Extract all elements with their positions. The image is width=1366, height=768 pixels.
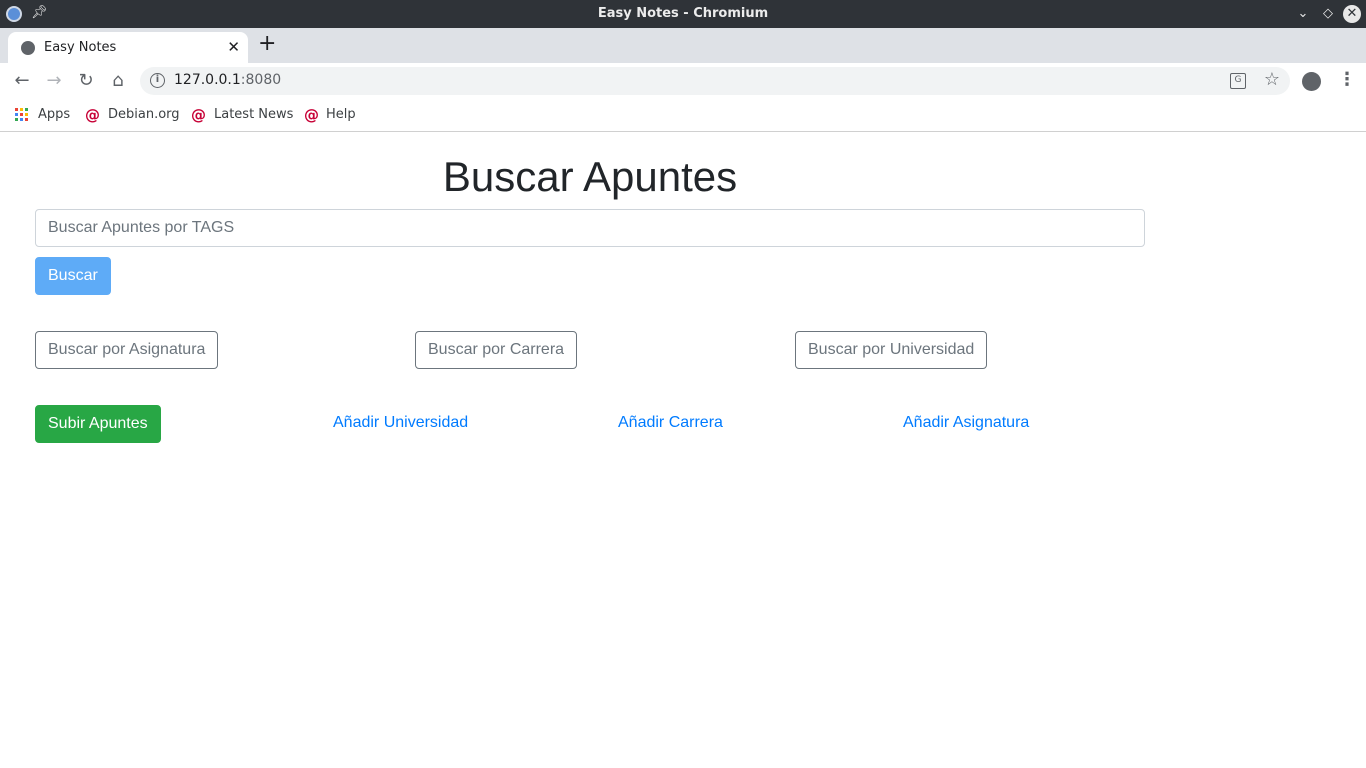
window-title: Easy Notes - Chromium [597, 6, 769, 21]
page-title: Buscar Apuntes [442, 153, 738, 200]
search-by-asignatura-button[interactable]: Buscar por Asignatura [35, 331, 219, 369]
home-icon[interactable]: ⌂ [106, 69, 130, 93]
new-tab-icon[interactable]: + [258, 33, 276, 55]
upload-notes-button[interactable]: Subir Apuntes [35, 405, 161, 443]
bookmark-help[interactable]: @ Help [304, 106, 364, 124]
bookmark-label: Debian.org [108, 107, 180, 122]
url-text[interactable]: 127.0.0.1:8080 [174, 72, 281, 88]
translate-icon[interactable]: G [1230, 73, 1246, 89]
tab-easy-notes[interactable]: Easy Notes ✕ [8, 32, 248, 63]
back-icon[interactable]: ← [10, 69, 34, 93]
window-titlebar: 📌︎ Easy Notes - Chromium ⌄ ◇ ✕ [0, 0, 1366, 28]
debian-icon: @ [304, 106, 319, 124]
profile-icon[interactable] [1302, 72, 1321, 91]
tab-strip: Easy Notes ✕ [0, 28, 1366, 63]
address-bar[interactable]: i 127.0.0.1:8080 G ☆ [140, 67, 1290, 95]
bookmark-label: Apps [38, 107, 71, 122]
browser-toolbar: ← → ↻ ⌂ i 127.0.0.1:8080 G ☆ ⋮ [0, 63, 1366, 99]
add-career-link[interactable]: Añadir Carrera [618, 414, 723, 432]
bookmark-label: Latest News [214, 107, 294, 122]
minimize-icon[interactable]: ⌄ [1293, 4, 1313, 24]
debian-icon: @ [85, 106, 100, 124]
bookmark-star-icon[interactable]: ☆ [1264, 69, 1280, 90]
reload-icon[interactable]: ↻ [74, 69, 98, 93]
search-by-universidad-button[interactable]: Buscar por Universidad [795, 331, 988, 369]
tags-search-input[interactable] [35, 209, 1145, 247]
maximize-icon[interactable]: ◇ [1318, 4, 1338, 24]
site-info-icon[interactable]: i [150, 73, 165, 88]
add-university-link[interactable]: Añadir Universidad [333, 414, 468, 432]
bookmark-label: Help [326, 107, 356, 122]
tab-title: Easy Notes [44, 40, 117, 55]
forward-icon[interactable]: → [42, 69, 66, 93]
search-by-carrera-button[interactable]: Buscar por Carrera [415, 331, 578, 369]
bookmark-debian[interactable]: @ Debian.org [85, 106, 180, 124]
url-port: :8080 [240, 72, 282, 88]
bookmark-apps[interactable]: Apps [15, 106, 75, 124]
apps-grid-icon [15, 108, 28, 121]
debian-icon: @ [191, 106, 206, 124]
page-content: Buscar Apuntes Buscar Buscar por Asignat… [0, 133, 1366, 768]
menu-icon[interactable]: ⋮ [1338, 69, 1356, 90]
globe-icon [21, 41, 35, 55]
bookmarks-bar: Apps @ Debian.org @ Latest News @ Help [0, 99, 1366, 132]
url-host: 127.0.0.1 [174, 72, 241, 88]
search-button[interactable]: Buscar [35, 257, 111, 295]
add-subject-link[interactable]: Añadir Asignatura [903, 414, 1029, 432]
close-window-icon[interactable]: ✕ [1343, 5, 1361, 23]
close-tab-icon[interactable]: ✕ [227, 38, 240, 56]
bookmark-latest-news[interactable]: @ Latest News [191, 106, 296, 124]
